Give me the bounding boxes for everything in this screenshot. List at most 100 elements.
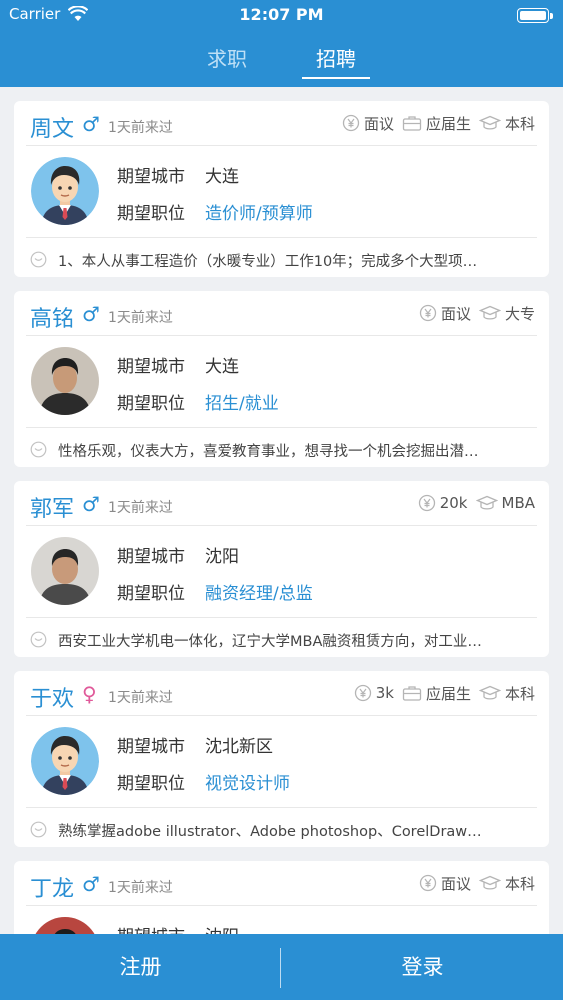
candidate-card[interactable]: 周文 ♂ 1天前来过 面议 应届生 本科 期望城市 大连 期望职位 造价师/预算… [14,101,549,277]
expected-position: 融资经理/总监 [205,584,313,604]
experience-text: 应届生 [425,684,471,703]
divider [26,807,537,808]
candidate-intro: 西安工业大学机电一体化，辽宁大学MBA融资租赁方向，对工业… [58,634,482,650]
expected-position: 招生/就业 [205,394,279,414]
expected-city: 大连 [205,357,239,377]
salary-icon [418,494,435,512]
active-tab-indicator [302,77,370,79]
expected-city: 沈阳 [205,547,239,567]
salary-icon [419,874,437,892]
candidate-name: 于欢 [30,687,75,712]
avatar [31,157,99,225]
salary-text: 面议 [363,114,394,133]
education-text: 本科 [504,114,535,133]
expected-city: 沈北新区 [205,737,273,757]
divider [26,525,537,526]
experience-tag: 应届生 [402,683,471,704]
salary-tag: 面议 [342,113,394,134]
last-visit: 1天前来过 [108,310,173,326]
education-tag: MBA [475,494,535,512]
education-tag: 大专 [478,303,535,324]
button-divider [280,948,281,988]
salary-text: 3k [375,684,394,702]
card-header: 高铭 ♂ 1天前来过 面议 大专 [14,291,549,335]
education-tag: 本科 [478,113,535,134]
divider [26,427,537,428]
graduation-cap-icon [478,875,501,890]
comment-icon [30,251,47,268]
expected-city-label: 期望城市 [117,167,185,187]
tag-list: 面议 大专 [411,302,535,324]
divider [26,335,537,336]
salary-tag: 面议 [419,303,471,324]
education-text: 本科 [504,684,535,703]
female-icon: ♀ [82,682,97,706]
male-icon: ♂ [82,492,100,516]
expected-position-label: 期望职位 [117,394,185,414]
comment-icon [30,441,47,458]
candidate-name: 郭军 [30,497,75,522]
avatar [31,917,99,934]
cartoon-avatar-image [31,157,99,225]
male-icon: ♂ [82,112,100,136]
expected-city-label: 期望城市 [117,922,185,934]
male-icon: ♂ [82,302,100,326]
card-header: 丁龙 ♂ 1天前来过 面议 本科 [14,861,549,905]
candidate-intro: 性格乐观，仪表大方，喜爱教育事业，想寻找一个机会挖掘出潜… [58,444,479,460]
graduation-cap-icon [478,305,501,320]
divider [26,237,537,238]
briefcase-icon [402,116,422,131]
cartoon-avatar-image [31,727,99,795]
photo-avatar-image [31,917,99,934]
divider [26,715,537,716]
salary-text: 面议 [440,304,471,323]
status-bar: Carrier 12:07 PM [0,0,563,30]
card-header: 郭军 ♂ 1天前来过 20k MBA [14,481,549,525]
last-visit: 1天前来过 [108,120,173,136]
card-header: 于欢 ♀ 1天前来过 3k 应届生 本科 [14,671,549,715]
avatar [31,727,99,795]
avatar [31,537,99,605]
candidate-card[interactable]: 郭军 ♂ 1天前来过 20k MBA 期望城市 沈阳 期望职位 融资经理/总监 … [14,481,549,657]
tag-list: 3k 应届生 本科 [346,682,535,704]
status-time: 12:07 PM [239,5,324,24]
education-text: 大专 [504,304,535,323]
education-tag: 本科 [478,683,535,704]
graduation-cap-icon [478,115,501,130]
candidate-card[interactable]: 于欢 ♀ 1天前来过 3k 应届生 本科 期望城市 沈北新区 期望职位 视觉设计… [14,671,549,847]
expected-position-label: 期望职位 [117,204,185,224]
tag-list: 面议 本科 [411,872,535,894]
salary-icon [419,304,437,322]
experience-text: 应届生 [425,114,471,133]
comment-icon [30,821,47,838]
avatar [31,347,99,415]
male-icon: ♂ [82,872,100,896]
last-visit: 1天前来过 [108,880,173,896]
expected-city: 大连 [205,167,239,187]
divider [26,617,537,618]
salary-tag: 面议 [419,873,471,894]
salary-text: 面议 [440,874,471,893]
expected-city-label: 期望城市 [117,357,185,377]
last-visit: 1天前来过 [108,690,173,706]
tag-list: 面议 应届生 本科 [334,112,535,134]
expected-city-label: 期望城市 [117,737,185,757]
briefcase-icon [402,686,422,701]
candidate-card[interactable]: 高铭 ♂ 1天前来过 面议 大专 期望城市 大连 期望职位 招生/就业 性格乐观… [14,291,549,467]
candidate-name: 周文 [30,117,75,142]
salary-text: 20k [439,494,468,512]
divider [26,145,537,146]
expected-city: 沈阳 [205,922,239,934]
salary-tag: 20k [418,494,468,512]
candidate-card[interactable]: 丁龙 ♂ 1天前来过 面议 本科 期望城市 沈阳 [14,861,549,934]
battery-icon [517,8,553,23]
tab-job-seeking[interactable]: 求职 [187,43,267,72]
expected-position-label: 期望职位 [117,774,185,794]
expected-position: 造价师/预算师 [205,204,313,224]
header: Carrier 12:07 PM 求职 招聘 [0,0,563,87]
expected-position: 视觉设计师 [205,774,290,794]
tab-recruiting[interactable]: 招聘 [296,43,376,72]
login-button[interactable]: 登录 [282,934,563,1000]
candidate-list[interactable]: 周文 ♂ 1天前来过 面议 应届生 本科 期望城市 大连 期望职位 造价师/预算… [0,87,563,934]
register-button[interactable]: 注册 [0,934,281,1000]
